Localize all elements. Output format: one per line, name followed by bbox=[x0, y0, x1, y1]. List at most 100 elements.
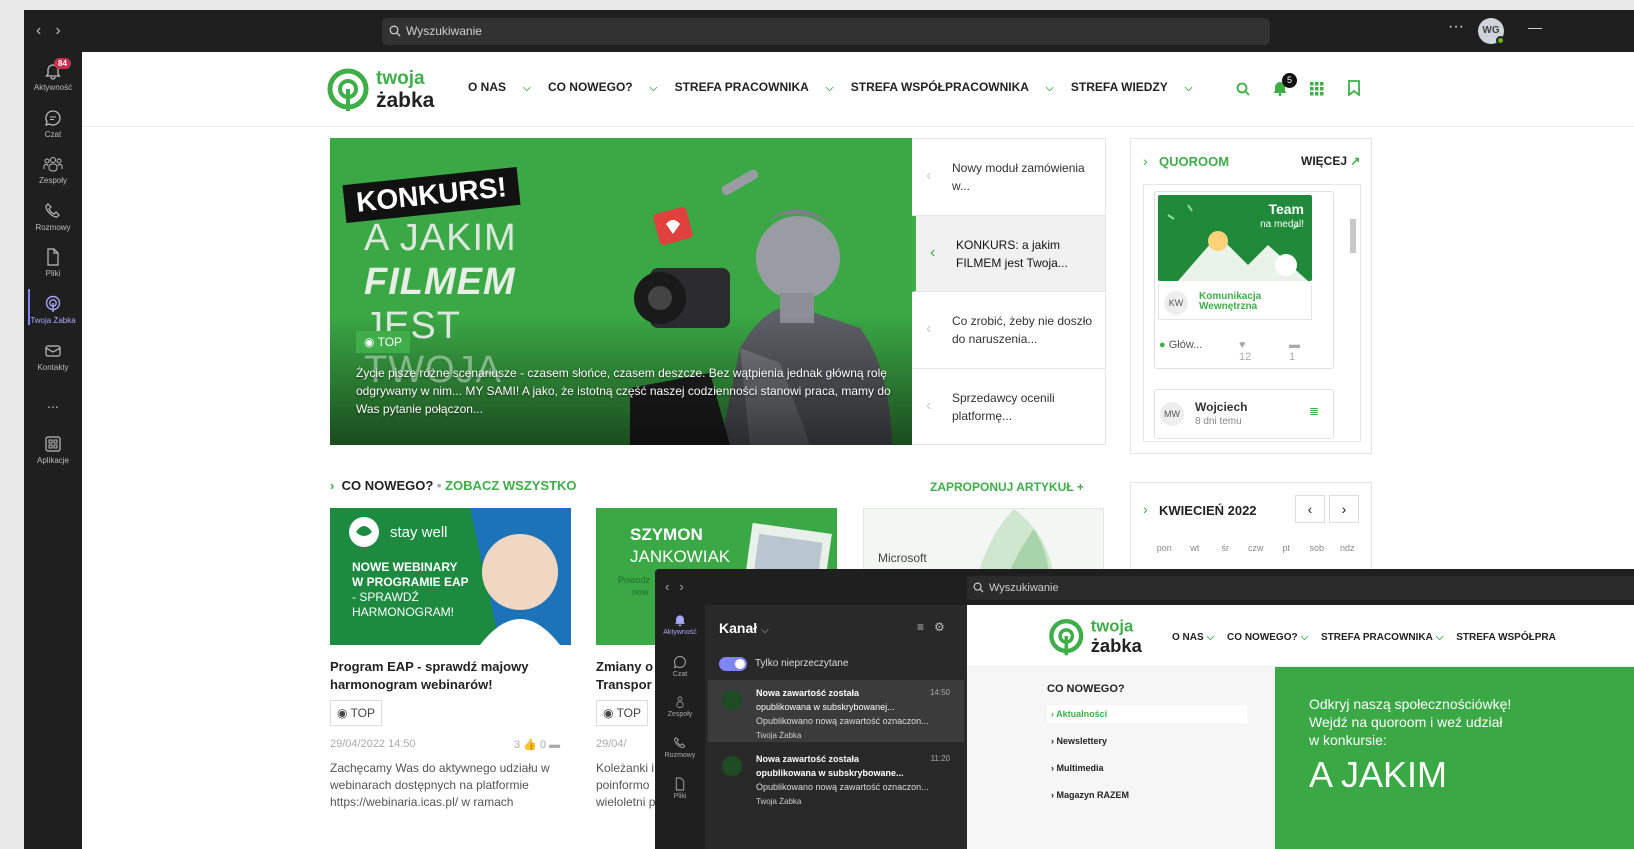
menu-item[interactable]: STREFA WSPÓŁPRA bbox=[1456, 632, 1556, 643]
notification-title: Nowa zawartość została bbox=[756, 688, 860, 698]
prev-month-button[interactable]: ‹ bbox=[1295, 495, 1325, 523]
back-arrow-icon[interactable]: ‹ bbox=[665, 579, 679, 594]
side-nav-item-multimedia[interactable]: › Multimedia bbox=[1047, 759, 1247, 777]
comment-icon[interactable]: ▬ bbox=[549, 739, 560, 751]
rail-more-apps[interactable]: ... bbox=[24, 395, 82, 411]
inset-side-nav: CO NOWEGO? › Aktualności › Newslettery ›… bbox=[967, 667, 1275, 849]
banner-text: Odkryj naszą społecznościówkę! Wejdź na … bbox=[1309, 695, 1511, 749]
inset-banner[interactable]: Odkryj naszą społecznościówkę! Wejdź na … bbox=[1275, 667, 1634, 849]
side-nav-label: Aktualności bbox=[1056, 709, 1108, 719]
hero-banner[interactable]: KONKURS! A JAKIM FILMEM JEST TWOJA ◉ TOP… bbox=[330, 138, 912, 445]
main-menu: O NAS ⌵ CO NOWEGO? ⌵ STREFA PRACOWNIKA ⌵ ST… bbox=[468, 80, 1206, 94]
scrollbar-thumb[interactable] bbox=[1350, 219, 1356, 253]
side-nav-item-magazyn[interactable]: › Magazyn RAZEM bbox=[1047, 786, 1247, 804]
slide-item-active[interactable]: ‹ KONKURS: a jakim FILMEM jest Twoja... bbox=[912, 215, 1105, 292]
next-month-button[interactable]: › bbox=[1329, 495, 1359, 523]
rail-item-apps[interactable]: Aplikacje bbox=[24, 435, 82, 465]
forward-arrow-icon[interactable]: › bbox=[55, 22, 74, 39]
rail-item-calls[interactable]: Rozmowy bbox=[655, 736, 705, 759]
notification-time: 11:20 bbox=[930, 754, 950, 763]
rail-item-chat[interactable]: Czat bbox=[24, 109, 82, 139]
presence-available-icon bbox=[1496, 36, 1505, 45]
notification-preview: Opublikowano nową zawartość oznaczon... bbox=[756, 782, 929, 792]
menu-item[interactable]: STREFA PRACOWNIKA bbox=[1321, 632, 1433, 643]
rail-item-teams[interactable]: Zespoły bbox=[655, 695, 705, 718]
apps-grid-icon[interactable] bbox=[1310, 82, 1324, 96]
menu-item[interactable]: O NAS bbox=[1172, 632, 1204, 643]
twoja-zabka-logo[interactable]: twoja żabka bbox=[1047, 613, 1159, 659]
twoja-zabka-logo[interactable]: twoja żabka bbox=[326, 64, 454, 114]
banner-line: Odkryj naszą społecznościówkę! bbox=[1309, 696, 1512, 712]
side-nav-item-aktualnosci[interactable]: › Aktualności bbox=[1047, 705, 1247, 723]
author-name[interactable]: Komunikacja Wewnętrzna bbox=[1199, 292, 1261, 312]
teams-icon bbox=[676, 696, 684, 708]
back-arrow-icon[interactable]: ‹ bbox=[36, 22, 55, 39]
filter-icon[interactable]: ≡ bbox=[917, 620, 934, 634]
settings-icon[interactable]: ⚙ bbox=[934, 620, 955, 634]
chevron-right-icon: › bbox=[1143, 501, 1148, 517]
top-tag: ◉ TOP bbox=[596, 700, 648, 726]
search-input[interactable]: Wyszukiwanie bbox=[382, 18, 1270, 45]
rail-item-chat[interactable]: Czat bbox=[655, 655, 705, 678]
quoroom-more-link[interactable]: WIĘCEJ ↗ bbox=[1301, 154, 1360, 168]
zabka-app-icon bbox=[45, 295, 61, 312]
slide-item[interactable]: ‹ Sprzedawcy ocenili platformę... bbox=[912, 369, 1105, 446]
rail-label: Aktywność bbox=[663, 629, 697, 636]
thumbs-up-icon[interactable]: 👍 bbox=[523, 739, 537, 751]
comments-value: 0 bbox=[539, 739, 547, 751]
search-icon[interactable] bbox=[1236, 82, 1250, 96]
menu-item-strefa-wiedzy[interactable]: STREFA WIEDZY ⌵ bbox=[1071, 80, 1192, 94]
post-time: 8 dni temu bbox=[1195, 416, 1242, 427]
rail-item-teams[interactable]: Zespoły bbox=[24, 155, 82, 185]
rail-item-activity[interactable]: 84 Aktywność bbox=[24, 58, 82, 92]
notification-item[interactable]: 11:20 Nowa zawartość została opublikowan… bbox=[708, 746, 964, 808]
rail-item-twoja-zabka[interactable]: Twoja Żabka bbox=[24, 289, 82, 325]
scrollbar[interactable] bbox=[1348, 189, 1358, 439]
article-image[interactable]: stay well NOWE WEBINARY W PROGRAMIE EAP … bbox=[330, 508, 571, 645]
rail-item-contacts[interactable]: Kontakty bbox=[24, 342, 82, 372]
avatar-initials: WG bbox=[1482, 25, 1500, 36]
unread-only-toggle[interactable] bbox=[719, 657, 747, 671]
avatar[interactable]: WG bbox=[1478, 18, 1505, 45]
slide-item[interactable]: ‹ Co zrobić, żeby nie doszło do naruszeni… bbox=[912, 292, 1105, 369]
slide-item[interactable]: ‹ Nowy moduł zamówienia w... bbox=[912, 139, 1105, 216]
bookmark-icon[interactable] bbox=[1348, 80, 1360, 96]
side-nav-item-newslettery[interactable]: › Newslettery bbox=[1047, 732, 1247, 750]
article-title[interactable]: Program EAP - sprawdź majowy harmonogram … bbox=[330, 658, 528, 694]
article-excerpt: Zachęcamy Was do aktywnego udziału w webi… bbox=[330, 760, 550, 811]
author-name: Wojciech bbox=[1195, 400, 1248, 414]
see-all-link[interactable]: ZOBACZ WSZYSTKO bbox=[445, 478, 576, 493]
separator: • bbox=[436, 478, 442, 493]
rail-item-files[interactable]: Pliki bbox=[655, 777, 705, 800]
menu-label: STREFA PRACOWNIKA bbox=[674, 80, 809, 94]
notification-item[interactable]: 14:50 Nowa zawartość została opublikowan… bbox=[708, 680, 964, 742]
rail-label: Kontakty bbox=[37, 363, 69, 372]
menu-item-strefa-pracownika[interactable]: STREFA PRACOWNIKA ⌵ bbox=[675, 80, 834, 94]
title-line: Zmiany o bbox=[596, 659, 654, 674]
search-input[interactable]: Wyszukiwanie bbox=[967, 576, 1634, 600]
rail-label: ... bbox=[47, 395, 59, 411]
feed-dropdown[interactable]: Kanał ⌵ bbox=[719, 620, 769, 636]
comments-count[interactable]: ▬ 1 bbox=[1289, 339, 1300, 363]
quoroom-post-card[interactable]: Team na medal! KW Komunikacja Wewnętrzna ●… bbox=[1154, 191, 1334, 369]
minimize-icon[interactable]: — bbox=[1528, 19, 1542, 35]
menu-item[interactable]: CO NOWEGO? bbox=[1227, 632, 1298, 643]
menu-item-o-nas[interactable]: O NAS ⌵ bbox=[468, 80, 531, 94]
rail-label: Rozmowy bbox=[35, 223, 71, 232]
contacts-icon bbox=[45, 345, 61, 357]
article-title[interactable]: Zmiany o Transpor bbox=[596, 658, 653, 694]
image-line: SZYMON bbox=[630, 525, 703, 544]
rail-item-activity[interactable]: Aktywność bbox=[655, 613, 705, 636]
menu-item-co-nowego[interactable]: CO NOWEGO? ⌵ bbox=[548, 80, 657, 94]
quoroom-post-card[interactable]: MW Wojciech 8 dni temu ≣ bbox=[1154, 389, 1334, 439]
more-options-icon[interactable]: ··· bbox=[1448, 18, 1464, 36]
microsoft-label: Microsoft bbox=[878, 551, 927, 565]
likes-count[interactable]: ♥ 12 bbox=[1239, 339, 1251, 363]
propose-article-button[interactable]: ZAPROPONUJ ARTYKUŁ + bbox=[930, 480, 1084, 494]
section-title: CO NOWEGO? bbox=[341, 478, 434, 493]
rail-item-calls[interactable]: Rozmowy bbox=[24, 202, 82, 232]
menu-item-strefa-wspolpracownika[interactable]: STREFA WSPÓŁPRACOWNIKA ⌵ bbox=[851, 80, 1054, 94]
teams-icon bbox=[43, 157, 63, 172]
rail-item-files[interactable]: Pliki bbox=[24, 248, 82, 278]
forward-arrow-icon[interactable]: › bbox=[679, 579, 693, 594]
